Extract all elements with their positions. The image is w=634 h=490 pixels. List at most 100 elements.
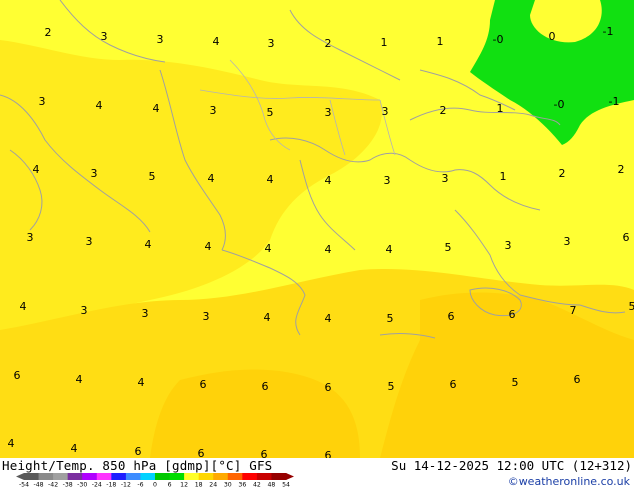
temperature-label: 1 [381,36,388,49]
temperature-label: 4 [153,102,160,115]
colorbar-tick-label: -6 [137,482,143,488]
temperature-label: 6 [262,380,269,393]
colorbar-segment [256,473,272,480]
temperature-label: 6 [135,445,142,458]
colorbar-arrow-right [286,473,294,480]
colorbar-segment [169,473,185,480]
temperature-label: 5 [387,312,394,325]
temperature-label: 3 [442,172,449,185]
colorbar-tick-label: -38 [63,482,73,488]
temperature-label: 3 [81,304,88,317]
temperature-label: 3 [210,104,217,117]
colorbar-tick-label: -30 [77,482,87,488]
temperature-label: 4 [386,243,393,256]
temperature-label: 3 [203,310,210,323]
temperature-label: 4 [264,311,271,324]
temperature-label: 6 [198,447,205,458]
temperature-label: 2 [618,163,625,176]
temperature-label: 3 [325,106,332,119]
temperature-label: 4 [325,174,332,187]
temperature-label: -0 [493,33,504,46]
colorbar-tick-label: 12 [180,482,188,488]
temperature-label: -1 [603,25,614,38]
colorbar-tick-label: 36 [238,482,246,488]
temperature-label: 6 [509,308,516,321]
temperature-label: 6 [261,448,268,458]
colorbar-segment [67,473,83,480]
temperature-label: 6 [448,310,455,323]
colorbar-tick-label: 24 [209,482,217,488]
temperature-label: 4 [96,99,103,112]
temperature-label: 2 [559,167,566,180]
temperature-label: 3 [384,174,391,187]
temperature-label: 1 [437,35,444,48]
temperature-label: 4 [208,172,215,185]
colorbar-arrow-left [16,473,24,480]
temperature-label: 3 [27,231,34,244]
colorbar-segment [38,473,54,480]
colorbar-segment [242,473,258,480]
colorbar-segment [155,473,171,480]
temperature-label: 3 [142,307,149,320]
temperature-label: 5 [267,106,274,119]
temperature-label: 2 [440,104,447,117]
colorbar-tick-label: -48 [34,482,44,488]
temperature-label: 4 [71,442,78,455]
temperature-label: 6 [574,373,581,386]
temperature-label: 6 [14,369,21,382]
temperature-label: 5 [512,376,519,389]
temperature-label: 4 [325,312,332,325]
colorbar-tick-label: -12 [121,482,131,488]
temperature-label: 3 [86,235,93,248]
colorbar-tick-label: 30 [224,482,232,488]
temperature-label: 4 [213,35,220,48]
temperature-label: 4 [265,242,272,255]
colorbar-segment [96,473,112,480]
colorbar-segment [140,473,156,480]
temperature-label: -1 [609,95,620,108]
temperature-label: 3 [39,95,46,108]
colorbar-tick-label: 6 [168,482,172,488]
temperature-label: 6 [623,231,630,244]
colorbar-segment [271,473,287,480]
temperature-label: 0 [549,30,556,43]
colorbar-tick-label: -42 [48,482,58,488]
temperature-label: 6 [325,449,332,458]
map-title: Height/Temp. 850 hPa [gdmp][°C] GFS [2,458,273,473]
temperature-label: 4 [325,243,332,256]
temperature-label: 4 [33,163,40,176]
forecast-datetime: Su 14-12-2025 12:00 UTC (12+312) [391,458,632,473]
colorbar-segment [227,473,243,480]
credit-link[interactable]: ©weatheronline.co.uk [508,475,630,488]
temperature-label: 5 [445,241,452,254]
map-canvas: 2 3 3 4 3 2 1 1 -0 0 -1 3 4 4 3 5 3 3 2 1 -0 -1 4 3 5 4 4 4 3 3 1 2 2 3 3 4… [0,0,634,458]
temperature-label: 3 [157,33,164,46]
temperature-label: 6 [200,378,207,391]
temperature-label: 4 [138,376,145,389]
temperature-label: 4 [267,173,274,186]
temperature-label: 6 [450,378,457,391]
colorbar-segment [111,473,127,480]
colorbar-segment [198,473,214,480]
temperature-label: 2 [325,37,332,50]
temperature-label: 7 [570,304,577,317]
colorbar-tick-label: -24 [92,482,102,488]
colorbar-segment [53,473,69,480]
temperature-label: 1 [497,102,504,115]
temperature-label: 3 [101,30,108,43]
colorbar-tick-label: 54 [282,482,290,488]
temperature-label: 3 [268,37,275,50]
temperature-label: 6 [325,381,332,394]
colorbar-segment [125,473,141,480]
temperature-label: 3 [91,167,98,180]
colorbar-segment [184,473,200,480]
temperature-label: 3 [505,239,512,252]
colorbar-tick-label: 48 [268,482,276,488]
colorbar-tick-label: 0 [153,482,157,488]
temperature-label: -0 [554,98,565,111]
temperature-label: 5 [149,170,156,183]
temperature-label: 2 [45,26,52,39]
weather-map: 2 3 3 4 3 2 1 1 -0 0 -1 3 4 4 3 5 3 3 2 1 -0 -1 4 3 5 4 4 4 3 3 1 2 2 3 3 4… [0,0,634,458]
temperature-label: 4 [205,240,212,253]
temperature-label: 4 [76,373,83,386]
